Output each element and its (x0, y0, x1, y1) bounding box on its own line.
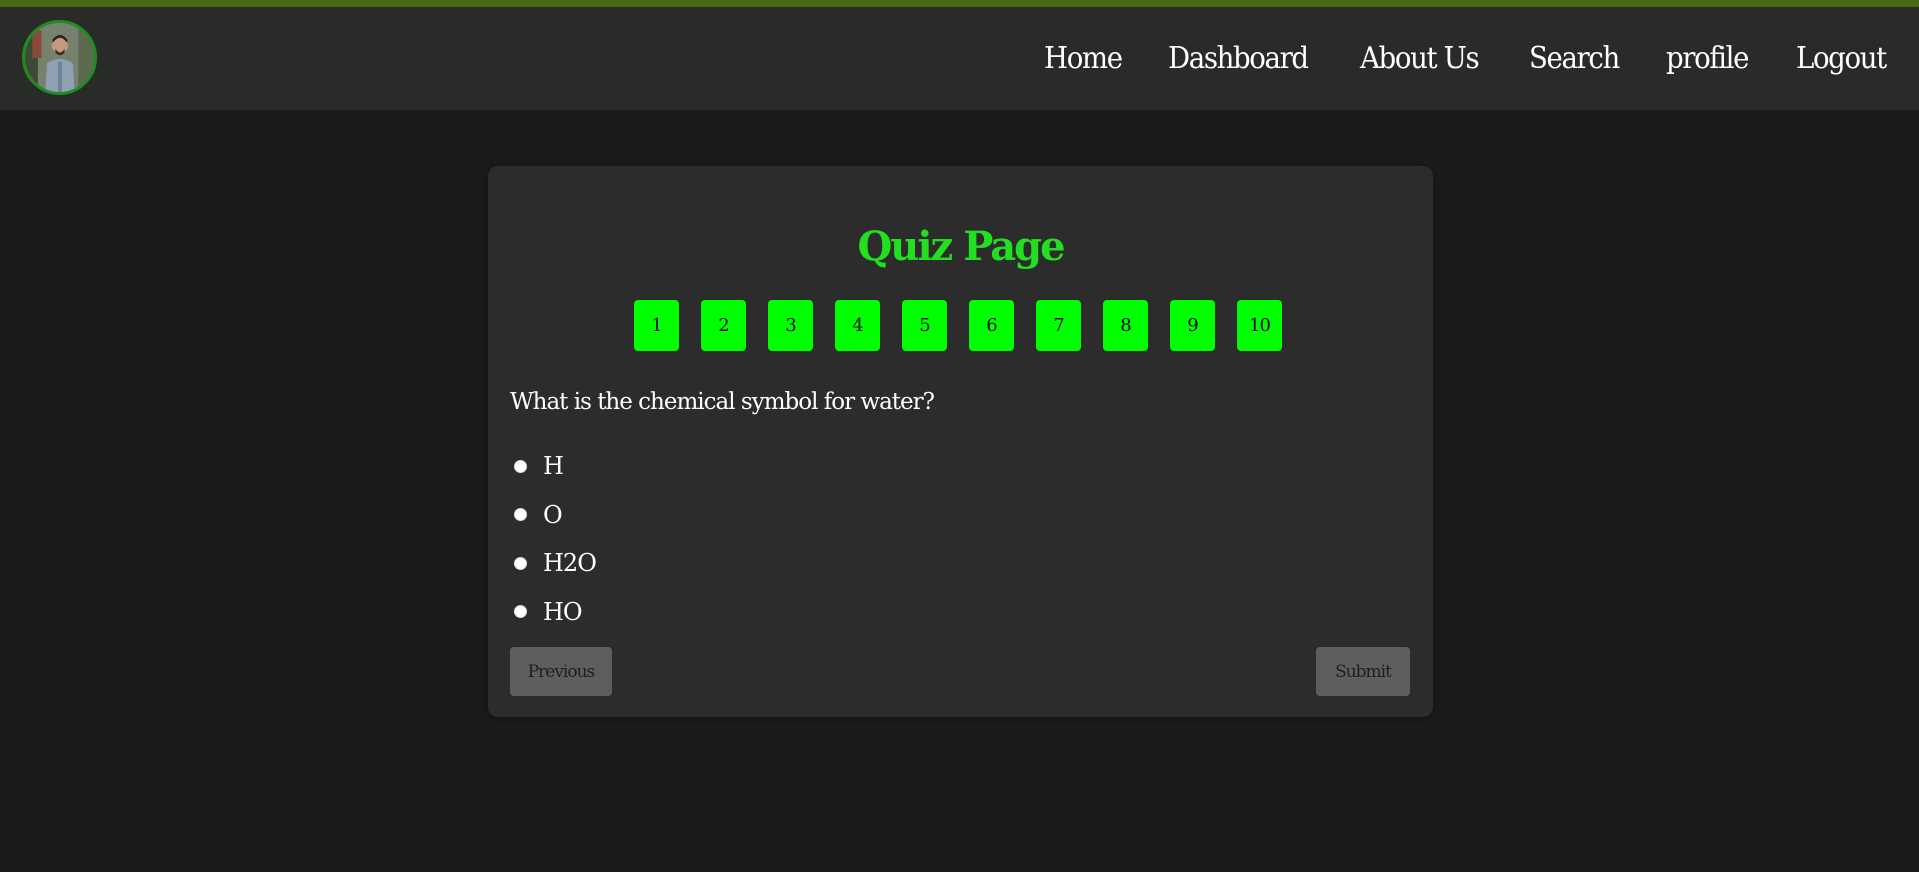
question-8-button[interactable]: 8 (1103, 300, 1148, 351)
question-10-button[interactable]: 10 (1237, 300, 1282, 351)
question-6-button[interactable]: 6 (969, 300, 1014, 351)
answer-option[interactable]: HO (514, 588, 596, 637)
question-3-button[interactable]: 3 (768, 300, 813, 351)
radio-button[interactable] (514, 605, 527, 619)
nav-logout-link[interactable]: Logout (1796, 39, 1887, 79)
submit-button[interactable]: Submit (1316, 647, 1410, 696)
radio-button[interactable] (514, 508, 527, 522)
main-nav: Home Dashboard About Us Search profile L… (1044, 39, 1893, 79)
question-9-button[interactable]: 9 (1170, 300, 1215, 351)
answer-option-label: HO (543, 597, 583, 626)
question-5-button[interactable]: 5 (902, 300, 947, 351)
question-1-button[interactable]: 1 (634, 300, 679, 351)
answer-option-label: H2O (543, 549, 597, 578)
quiz-card: Quiz Page 1 2 3 4 5 6 7 8 9 10 What is t… (488, 166, 1433, 717)
answer-option[interactable]: H (514, 442, 596, 491)
answer-option[interactable]: H2O (514, 539, 597, 588)
question-text: What is the chemical symbol for water? (510, 389, 935, 415)
navbar: Home Dashboard About Us Search profile L… (0, 7, 1919, 110)
nav-home-link[interactable]: Home (1044, 39, 1123, 79)
question-7-button[interactable]: 7 (1036, 300, 1081, 351)
radio-button[interactable] (514, 556, 527, 570)
answer-option-label: O (543, 500, 563, 529)
answer-option-label: H (543, 452, 564, 481)
answer-option[interactable]: O (514, 491, 596, 540)
top-accent-strip (0, 0, 1919, 7)
avatar-photo-icon (25, 23, 94, 92)
nav-search-link[interactable]: Search (1529, 39, 1620, 79)
question-2-button[interactable]: 2 (701, 300, 746, 351)
answer-options: H O H2O HO (514, 442, 597, 637)
question-4-button[interactable]: 4 (835, 300, 880, 351)
radio-button[interactable] (514, 459, 527, 473)
page-title: Quiz Page (857, 223, 1065, 270)
nav-about-us-link[interactable]: About Us (1360, 39, 1480, 79)
question-navigator: 1 2 3 4 5 6 7 8 9 10 (634, 300, 1282, 351)
previous-button[interactable]: Previous (510, 647, 612, 696)
nav-profile-link[interactable]: profile (1666, 39, 1749, 79)
avatar[interactable] (22, 20, 97, 95)
nav-dashboard-link[interactable]: Dashboard (1168, 39, 1309, 79)
